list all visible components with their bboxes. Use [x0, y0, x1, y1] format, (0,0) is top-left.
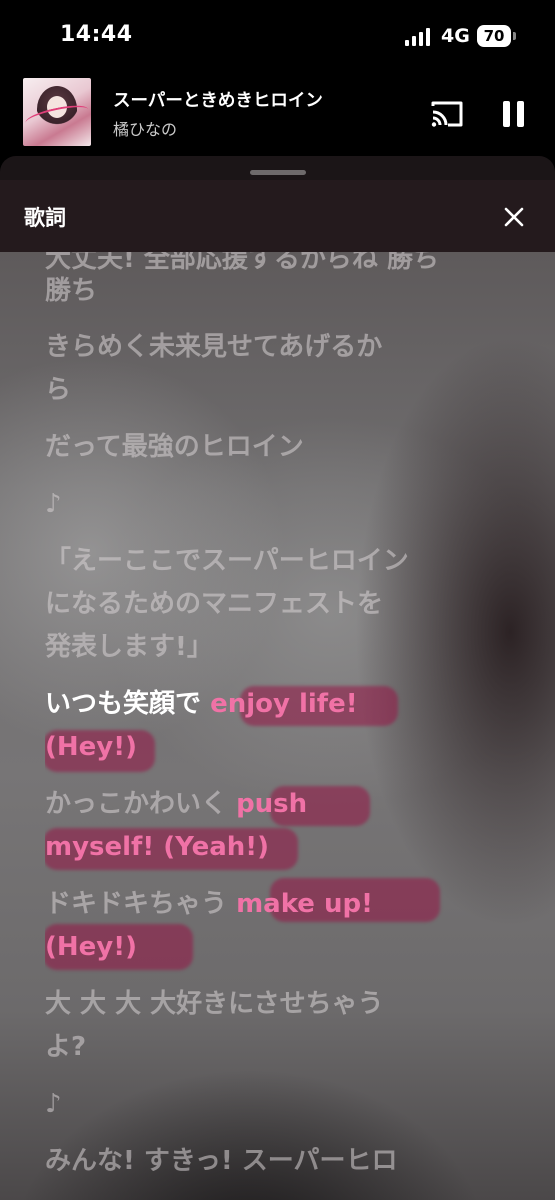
lyric-line[interactable]: きらめく未来見せてあげるか: [45, 326, 485, 369]
lyric-line[interactable]: ♪: [45, 1083, 485, 1126]
lyric-line[interactable]: になるためのマニフェストを: [45, 583, 485, 626]
lyric-line[interactable]: ♪: [45, 483, 485, 526]
pause-button[interactable]: [503, 101, 525, 127]
lyrics-sheet: 歌詞 大丈夫! 全部応援するからね 勝ち 勝ち きらめく未来見せてあげるか ら …: [0, 156, 555, 1200]
lyric-highlight: enjoy life!: [210, 689, 358, 719]
lyric-line[interactable]: ドキドキちゃう make up!: [45, 883, 485, 926]
sheet-title: 歌詞: [24, 206, 66, 230]
lyric-line[interactable]: 「えーここでスーパーヒロイン: [45, 540, 485, 583]
lyric-line[interactable]: 大 大 大 大好きにさせちゃう: [45, 983, 485, 1026]
lyric-line[interactable]: かっこかわいく push: [45, 783, 485, 826]
lyric-line[interactable]: みんな! すきっ! スーパーヒロ: [45, 1140, 485, 1183]
network-type: 4G: [441, 25, 470, 47]
artist-name: 橘ひなの: [113, 120, 178, 139]
lyrics-list[interactable]: 大丈夫! 全部応援するからね 勝ち 勝ち きらめく未来見せてあげるか ら だって…: [45, 252, 525, 1200]
lyric-line[interactable]: ら: [45, 369, 485, 412]
lyric-highlight: make up!: [236, 889, 373, 919]
status-time: 14:44: [60, 22, 133, 47]
status-bar: 14:44 4G 70: [0, 0, 555, 72]
now-playing-bar[interactable]: スーパーときめきヒロイン 橘ひなの: [0, 72, 555, 160]
cast-icon[interactable]: [430, 100, 464, 128]
close-icon[interactable]: [503, 206, 525, 228]
lyric-line[interactable]: 勝ち: [45, 270, 485, 313]
cellular-signal-icon: [405, 28, 431, 46]
lyric-highlight: (Hey!): [45, 732, 137, 762]
lyric-line-active[interactable]: いつも笑顔で enjoy life!: [45, 683, 485, 726]
lyric-line[interactable]: 発表します!」: [45, 626, 485, 669]
lyric-line[interactable]: だって最強のヒロイン: [45, 426, 485, 469]
sheet-grabber-handle[interactable]: [250, 170, 306, 175]
battery-tip-icon: [513, 32, 516, 40]
lyric-highlight: (Hey!): [45, 932, 137, 962]
song-title: スーパーときめきヒロイン: [113, 91, 323, 111]
lyric-line[interactable]: myself! (Yeah!): [45, 826, 485, 869]
lyric-line[interactable]: よ?: [45, 1026, 485, 1069]
lyric-line-active[interactable]: (Hey!): [45, 726, 485, 769]
lyric-highlight: myself! (Yeah!): [45, 832, 270, 862]
battery-icon: 70: [477, 25, 511, 47]
lyric-line[interactable]: (Hey!): [45, 926, 485, 969]
album-art[interactable]: [23, 78, 91, 146]
sheet-header: 歌詞: [0, 180, 555, 252]
lyric-highlight: push: [236, 789, 308, 819]
